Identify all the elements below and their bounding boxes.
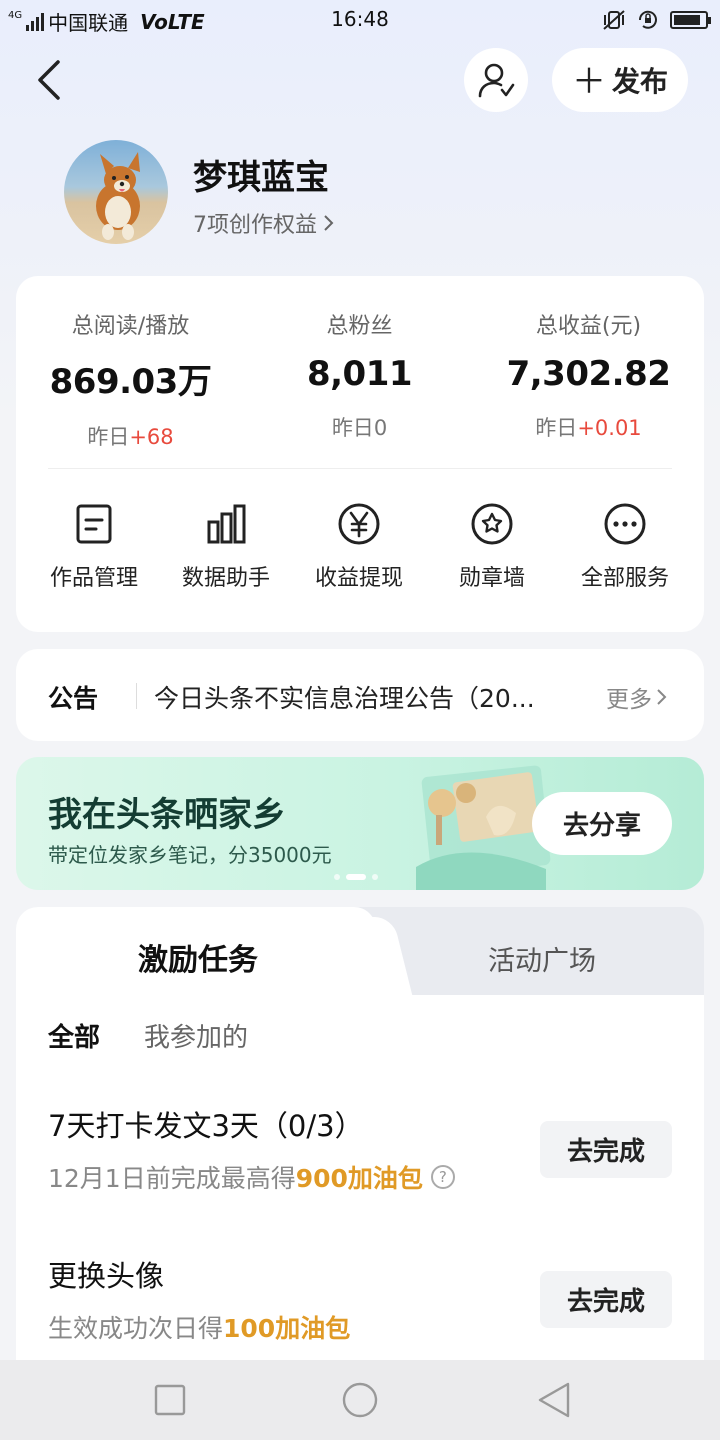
publish-label: 发布 <box>611 65 668 98</box>
back-button[interactable] <box>30 56 70 104</box>
stat-value: 8,011 <box>306 354 413 394</box>
task-condition: 生效成功次日得 <box>48 1314 224 1343</box>
tool-label: 数据助手 <box>181 566 270 591</box>
tab-incentive-tasks[interactable]: 激励任务 <box>16 935 380 979</box>
notice-more-link[interactable]: 更多 <box>606 680 668 714</box>
tool-earnings-withdraw[interactable]: 收益提现 <box>293 502 425 592</box>
creator-rights-link[interactable]: 7项创作权益 <box>193 207 335 239</box>
task-condition: 12月1日前完成最高得 <box>48 1164 296 1193</box>
plus-icon: ＋ <box>571 61 606 102</box>
task-reward: 100加油包 <box>223 1314 351 1343</box>
task-item: 更换头像 生效成功次日得 100加油包 去完成 <box>48 1253 672 1345</box>
carousel-indicator <box>334 874 378 880</box>
share-button[interactable]: 去分享 <box>532 792 672 855</box>
stat-delta-value: 0 <box>373 416 388 440</box>
task-item: 7天打卡发文3天（0/3） 12月1日前完成最高得 900加油包 ? 去完成 <box>48 1103 672 1195</box>
tool-medal-wall[interactable]: 勋章墙 <box>426 502 558 592</box>
tool-data-assistant[interactable]: 数据助手 <box>160 502 292 592</box>
avatar[interactable] <box>64 140 168 244</box>
stat-label: 总收益(元) <box>535 314 642 339</box>
more-circle-icon <box>604 503 646 545</box>
carousel-dot-active <box>346 874 366 880</box>
stat-delta-value: +68 <box>129 425 174 449</box>
stat-delta: 昨日+68 <box>16 421 245 451</box>
complete-task-button[interactable]: 去完成 <box>540 1121 672 1178</box>
notice-text[interactable]: 今日头条不实信息治理公告（20... <box>154 679 574 715</box>
stat-total-earnings[interactable]: 总收益(元) 7,302.82 昨日+0.01 <box>474 308 703 442</box>
username: 梦琪蓝宝 <box>193 158 329 198</box>
filter-joined[interactable]: 我参加的 <box>144 1017 248 1054</box>
stat-label: 总阅读/播放 <box>71 314 190 339</box>
tab-activity-plaza[interactable]: 活动广场 <box>380 939 704 978</box>
battery-fill <box>674 15 700 25</box>
carousel-dot <box>372 874 378 880</box>
filter-all[interactable]: 全部 <box>48 1017 100 1054</box>
stat-delta: 昨日+0.01 <box>474 412 703 442</box>
notice-more-label: 更多 <box>606 687 652 713</box>
stat-delta-prefix: 昨日 <box>87 425 130 449</box>
battery-icon <box>670 11 711 29</box>
promo-banner[interactable]: 我在头条晒家乡 带定位发家乡笔记，分35000元 去分享 <box>16 757 704 890</box>
system-nav-bar <box>0 1360 720 1440</box>
stats-card: 总阅读/播放 869.03万 昨日+68 总粉丝 8,011 昨日0 总收益(元… <box>16 276 704 632</box>
stat-value: 869.03万 <box>49 362 212 402</box>
tool-works-management[interactable]: 作品管理 <box>28 502 160 592</box>
back-nav-icon[interactable] <box>536 1382 572 1418</box>
status-bar: 4G 中国联通 VoLTE 16:48 <box>0 0 720 40</box>
divider <box>136 683 137 709</box>
stat-total-fans[interactable]: 总粉丝 8,011 昨日0 <box>245 308 474 442</box>
yuan-circle-icon <box>338 503 380 545</box>
vibrate-off-icon <box>603 10 625 30</box>
notice-bar[interactable]: 公告 今日头条不实信息治理公告（20... 更多 <box>16 649 704 741</box>
stat-value: 7,302.82 <box>506 354 671 394</box>
tool-label: 作品管理 <box>49 566 138 591</box>
tool-label: 收益提现 <box>314 566 403 591</box>
creator-rights-label: 7项创作权益 <box>193 213 317 238</box>
chevron-right-icon <box>324 215 334 231</box>
stat-delta-prefix: 昨日 <box>331 416 374 440</box>
stat-delta: 昨日0 <box>245 412 474 442</box>
task-reward: 900加油包 <box>295 1164 423 1193</box>
stat-delta-value: +0.01 <box>577 416 642 440</box>
stat-label: 总粉丝 <box>326 314 393 339</box>
document-icon <box>76 504 112 544</box>
home-icon[interactable] <box>340 1382 380 1418</box>
chevron-right-icon <box>657 689 667 705</box>
dog-photo-avatar <box>96 152 140 240</box>
tool-all-services[interactable]: 全部服务 <box>559 502 691 592</box>
banner-title: 我在头条晒家乡 <box>48 795 286 835</box>
tool-label: 全部服务 <box>580 566 669 591</box>
tasks-panel: 激励任务 活动广场 全部 我参加的 7天打卡发文3天（0/3） 12月1日前完成… <box>16 907 704 1367</box>
stat-delta-prefix: 昨日 <box>535 416 578 440</box>
bar-chart-icon <box>207 504 246 544</box>
rotation-lock-icon <box>638 10 657 29</box>
tool-label: 勋章墙 <box>458 566 525 591</box>
chevron-left-icon <box>38 60 60 100</box>
profile-settings-button[interactable] <box>464 48 528 112</box>
medal-icon <box>471 503 513 545</box>
complete-task-button[interactable]: 去完成 <box>540 1271 672 1328</box>
banner-subtitle: 带定位发家乡笔记，分35000元 <box>48 843 332 867</box>
carousel-dot <box>334 874 340 880</box>
divider <box>48 468 672 469</box>
user-check-icon <box>478 63 515 98</box>
stat-total-reads[interactable]: 总阅读/播放 869.03万 昨日+68 <box>16 308 245 451</box>
recent-apps-icon[interactable] <box>154 1382 186 1418</box>
help-icon[interactable]: ? <box>430 1165 455 1189</box>
publish-button[interactable]: ＋ 发布 <box>552 48 688 112</box>
notice-title: 公告 <box>48 684 99 713</box>
